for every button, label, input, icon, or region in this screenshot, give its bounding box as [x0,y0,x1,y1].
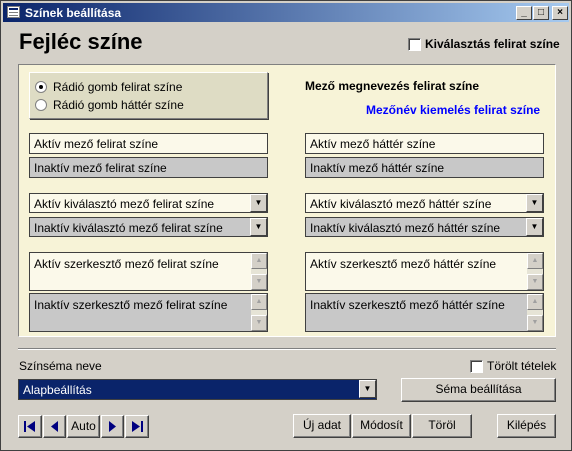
modify-button[interactable]: Módosít [352,414,411,438]
dropdown-arrow-icon[interactable]: ▼ [359,380,376,398]
active-select-bg-color[interactable]: Aktív kiválasztó mező háttér színe ▼ [305,193,544,213]
inactive-select-text-color[interactable]: Inaktív kiválasztó mező felirat színe ▼ [29,217,268,237]
minimize-button[interactable]: _ [516,6,532,20]
active-editor-text-color-value: Aktív szerkesztő mező felirat színe [34,257,219,271]
scroll-up-icon[interactable]: ▲ [527,294,543,310]
select-label-checkbox[interactable]: Kiválasztás felirat színe [408,37,560,51]
last-record-icon [132,421,143,432]
scrollbar[interactable]: ▲ ▼ [251,253,267,290]
radio-text-color[interactable]: Rádió gomb felirat színe [35,80,182,94]
separator [18,348,556,350]
inactive-editor-bg-color-value: Inaktív szerkesztő mező háttér színe [310,298,505,312]
select-label-checkbox-label: Kiválasztás felirat színe [425,37,560,51]
maximize-button[interactable]: □ [533,6,549,20]
active-select-text-color-value: Aktív kiválasztó mező felirat színe [34,197,215,211]
page-title: Fejléc színe [19,29,143,54]
scroll-down-icon[interactable]: ▼ [251,274,267,290]
scroll-down-icon[interactable]: ▼ [251,315,267,331]
radio-text-color-label: Rádió gomb felirat színe [53,80,183,94]
field-name-label: Mező megnevezés felirat színe [305,79,480,93]
form-icon [7,6,20,18]
new-data-button[interactable]: Új adat [293,414,351,438]
exit-button[interactable]: Kilépés [497,414,556,438]
dropdown-arrow-icon[interactable]: ▼ [526,218,543,236]
active-editor-bg-color[interactable]: Aktív szerkesztő mező háttér színe ▲ ▼ [305,252,544,291]
active-field-text-color[interactable]: Aktív mező felirat színe [29,133,268,154]
active-select-bg-color-value: Aktív kiválasztó mező háttér színe [310,197,492,211]
window: Színek beállítása _ □ × Fejléc színe Kiv… [0,0,572,451]
title-bar: Színek beállítása _ □ × [3,3,569,22]
active-select-text-color[interactable]: Aktív kiválasztó mező felirat színe ▼ [29,193,268,213]
radio-unselected-icon[interactable] [35,99,47,111]
inactive-editor-text-color-value: Inaktív szerkesztő mező felirat színe [34,298,228,312]
previous-record-button[interactable] [43,415,66,438]
scheme-select[interactable]: Alapbeállítás ▼ [18,379,377,400]
radio-selected-icon[interactable] [35,81,47,93]
inactive-editor-bg-color[interactable]: Inaktív szerkesztő mező háttér színe ▲ ▼ [305,293,544,332]
active-editor-text-color[interactable]: Aktív szerkesztő mező felirat színe ▲ ▼ [29,252,268,291]
inactive-select-text-color-value: Inaktív kiválasztó mező felirat színe [34,221,223,235]
deleted-items-label: Törölt tételek [487,359,557,373]
active-field-bg-color[interactable]: Aktív mező háttér színe [305,133,544,154]
scroll-down-icon[interactable]: ▼ [527,274,543,290]
scheme-select-value: Alapbeállítás [23,383,92,397]
inactive-editor-text-color[interactable]: Inaktív szerkesztő mező felirat színe ▲ ▼ [29,293,268,332]
inactive-select-bg-color[interactable]: Inaktív kiválasztó mező háttér színe ▼ [305,217,544,237]
previous-record-icon [51,421,58,432]
scrollbar[interactable]: ▲ ▼ [527,294,543,331]
scroll-up-icon[interactable]: ▲ [251,253,267,269]
dropdown-arrow-icon[interactable]: ▼ [526,194,543,212]
window-title: Színek beállítása [25,6,122,20]
scroll-up-icon[interactable]: ▲ [527,253,543,269]
next-record-icon [109,421,116,432]
checkbox-icon[interactable] [470,359,483,373]
inactive-field-text-color[interactable]: Inaktív mező felirat színe [29,157,268,178]
first-record-icon [24,421,35,432]
active-editor-bg-color-value: Aktív szerkesztő mező háttér színe [310,257,497,271]
auto-button[interactable]: Auto [67,415,100,438]
inactive-field-bg-color[interactable]: Inaktív mező háttér színe [305,157,544,178]
delete-button[interactable]: Töröl [412,414,472,438]
radio-bg-color[interactable]: Rádió gomb háttér színe [35,98,184,112]
scheme-label: Színséma neve [19,359,102,373]
scrollbar[interactable]: ▲ ▼ [251,294,267,331]
first-record-button[interactable] [18,415,42,438]
scroll-down-icon[interactable]: ▼ [527,315,543,331]
next-record-button[interactable] [101,415,124,438]
radio-bg-color-label: Rádió gomb háttér színe [53,98,184,112]
dropdown-arrow-icon[interactable]: ▼ [250,194,267,212]
deleted-items-checkbox[interactable]: Törölt tételek [470,359,556,373]
close-button[interactable]: × [552,6,568,20]
inactive-select-bg-color-value: Inaktív kiválasztó mező háttér színe [310,221,501,235]
last-record-button[interactable] [125,415,149,438]
set-scheme-button[interactable]: Séma beállítása [401,378,556,402]
dropdown-arrow-icon[interactable]: ▼ [250,218,267,236]
scrollbar[interactable]: ▲ ▼ [527,253,543,290]
scroll-up-icon[interactable]: ▲ [251,294,267,310]
checkbox-icon[interactable] [408,37,421,51]
radio-group: Rádió gomb felirat színe Rádió gomb hátt… [29,72,268,119]
field-name-highlight-label: Mezőnév kiemelés felirat színe [366,103,541,117]
